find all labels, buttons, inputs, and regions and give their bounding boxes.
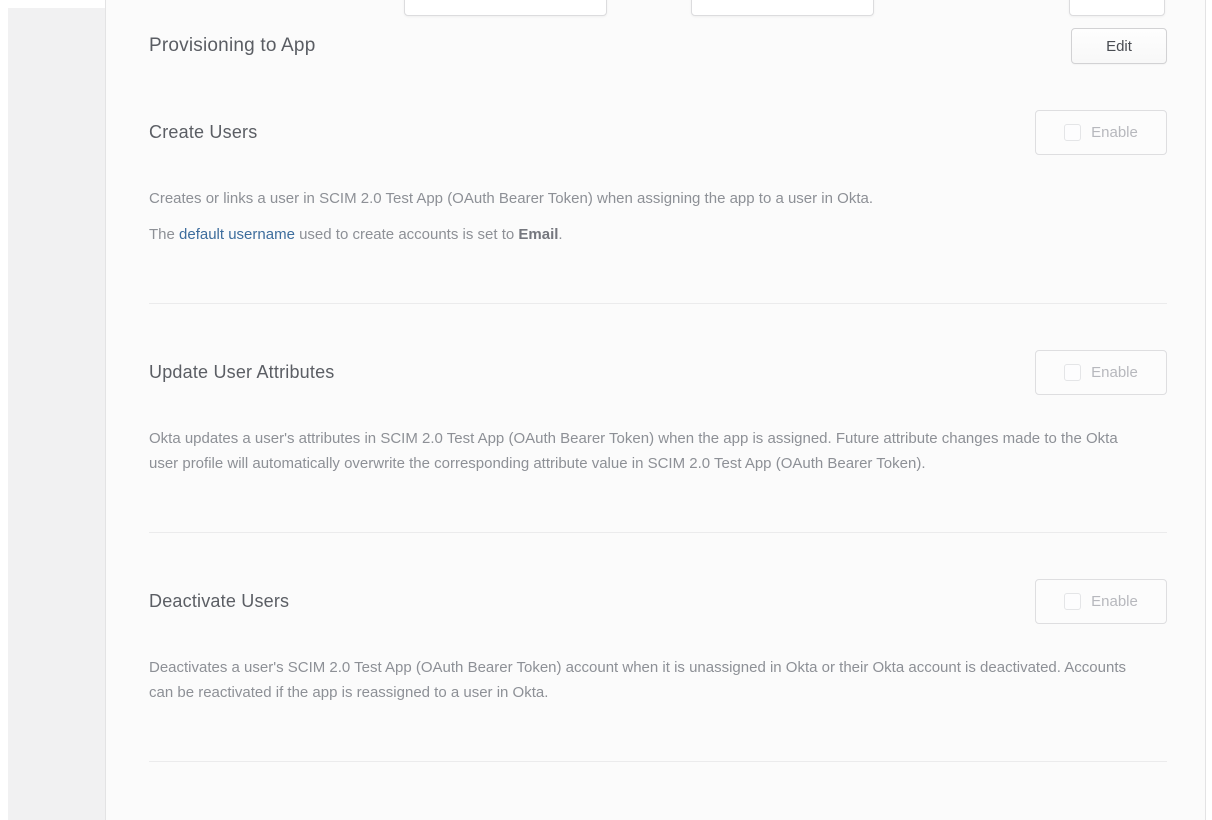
cutoff-element-top-right[interactable] bbox=[1069, 0, 1165, 16]
create-users-description: Creates or links a user in SCIM 2.0 Test… bbox=[149, 186, 1149, 211]
update-user-attributes-description: Okta updates a user's attributes in SCIM… bbox=[149, 426, 1149, 476]
section-deactivate-users: Deactivate Users Enable Deactivates a us… bbox=[149, 579, 1167, 705]
default-username-line: The default username used to create acco… bbox=[149, 222, 1149, 247]
checkbox-icon[interactable] bbox=[1064, 124, 1081, 141]
page-title: Provisioning to App bbox=[149, 35, 315, 57]
enable-toggle-label: Enable bbox=[1091, 124, 1138, 141]
section-divider bbox=[149, 532, 1167, 533]
edit-button[interactable]: Edit bbox=[1071, 28, 1167, 64]
section-update-user-attributes: Update User Attributes Enable Okta updat… bbox=[149, 350, 1167, 476]
default-username-value: Email bbox=[518, 226, 558, 243]
checkbox-icon[interactable] bbox=[1064, 593, 1081, 610]
deactivate-users-description: Deactivates a user's SCIM 2.0 Test App (… bbox=[149, 655, 1149, 705]
section-create-users: Create Users Enable Creates or links a u… bbox=[149, 110, 1167, 247]
section-divider bbox=[149, 761, 1167, 762]
settings-sidebar bbox=[8, 8, 105, 820]
cutoff-input-field-1[interactable] bbox=[404, 0, 607, 16]
provisioning-panel: Provisioning to App Edit Create Users En… bbox=[105, 0, 1206, 820]
section-title-deactivate-users: Deactivate Users bbox=[149, 591, 289, 612]
enable-toggle-label: Enable bbox=[1091, 593, 1138, 610]
default-username-link[interactable]: default username bbox=[179, 226, 295, 243]
enable-toggle-deactivate-users[interactable]: Enable bbox=[1035, 579, 1167, 624]
section-divider bbox=[149, 303, 1167, 304]
provisioning-header: Provisioning to App Edit bbox=[149, 28, 1167, 64]
enable-toggle-create-users[interactable]: Enable bbox=[1035, 110, 1167, 155]
section-title-create-users: Create Users bbox=[149, 122, 257, 143]
section-title-update-user-attributes: Update User Attributes bbox=[149, 362, 335, 383]
checkbox-icon[interactable] bbox=[1064, 364, 1081, 381]
line2-prefix: The bbox=[149, 226, 179, 243]
cutoff-input-field-2[interactable] bbox=[691, 0, 874, 16]
line2-middle: used to create accounts is set to bbox=[295, 226, 518, 243]
line2-suffix: . bbox=[558, 226, 562, 243]
enable-toggle-update-user-attributes[interactable]: Enable bbox=[1035, 350, 1167, 395]
enable-toggle-label: Enable bbox=[1091, 364, 1138, 381]
